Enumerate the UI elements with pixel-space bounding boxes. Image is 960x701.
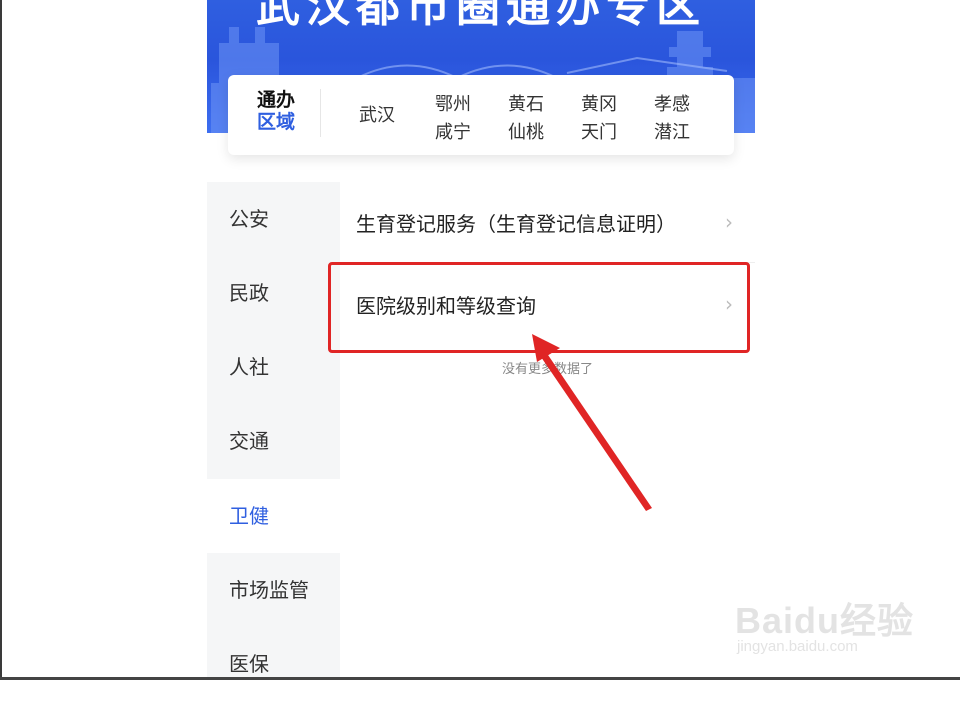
watermark-sub: jingyan.baidu.com bbox=[737, 638, 858, 655]
baidu-watermark: Baidu经验 jingyan.baidu.com bbox=[735, 578, 945, 658]
watermark-main: Baidu经验 bbox=[735, 600, 915, 641]
